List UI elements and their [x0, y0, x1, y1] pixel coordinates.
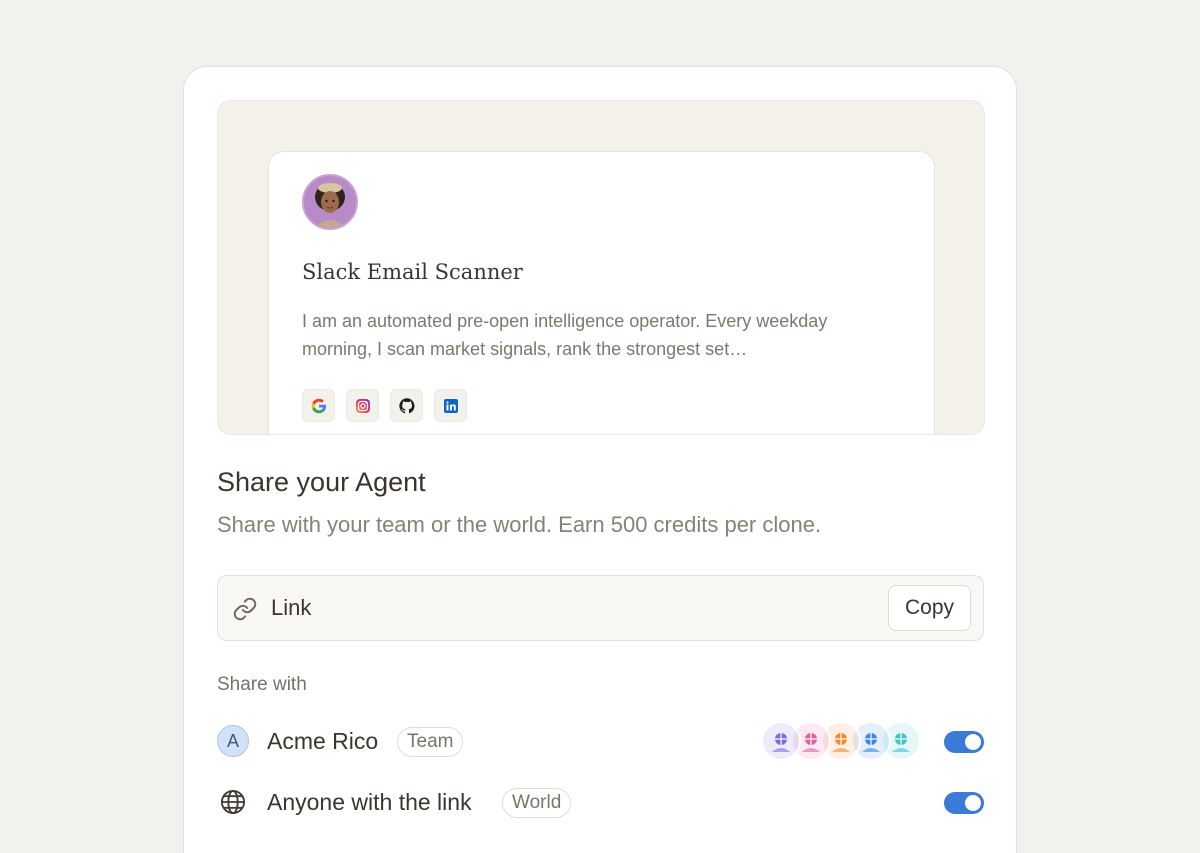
share-link-field[interactable]: Link Copy [217, 575, 984, 641]
copy-button[interactable]: Copy [887, 585, 971, 631]
instagram-icon [346, 389, 379, 422]
share-agent-modal: Slack Email Scanner I am an automated pr… [183, 66, 1017, 853]
linkedin-icon [434, 389, 467, 422]
share-subtitle: Share with your team or the world. Earn … [217, 512, 822, 537]
agent-card: Slack Email Scanner I am an automated pr… [268, 151, 935, 434]
team-avatar: A [217, 725, 249, 757]
agent-preview: Slack Email Scanner I am an automated pr… [217, 100, 985, 435]
team-member-avatars [761, 721, 921, 761]
world-share-toggle[interactable] [944, 792, 984, 814]
share-with-label: Share with [217, 674, 307, 695]
integration-list [302, 389, 467, 422]
share-option-team: A Acme Rico Team [217, 721, 984, 761]
world-tag: World [502, 788, 572, 818]
github-icon [390, 389, 423, 422]
world-label: Anyone with the link [267, 789, 472, 815]
share-option-world: Anyone with the link World [217, 782, 984, 822]
share-title: Share your Agent [217, 467, 426, 497]
team-name: Acme Rico [267, 728, 379, 754]
team-share-toggle[interactable] [944, 731, 984, 753]
link-icon [232, 596, 258, 622]
agent-avatar [302, 174, 358, 230]
team-member-avatar [761, 721, 801, 761]
team-tag: Team [397, 727, 464, 757]
globe-icon [217, 786, 249, 818]
link-label: Link [271, 595, 312, 620]
google-icon [302, 389, 335, 422]
agent-name: Slack Email Scanner [302, 260, 523, 284]
agent-description: I am an automated pre-open intelligence … [302, 311, 828, 359]
